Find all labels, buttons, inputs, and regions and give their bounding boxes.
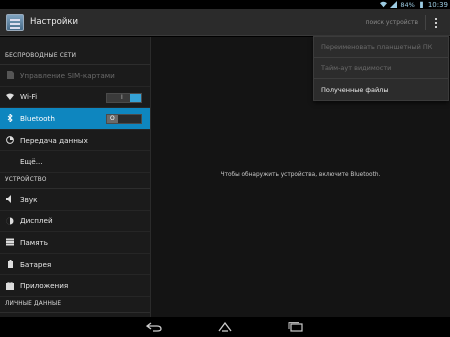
toggle-thumb xyxy=(130,93,141,102)
section-header-device: УСТРОЙСТВО xyxy=(0,173,150,189)
more-spacer xyxy=(6,158,14,166)
bluetooth-off-message: Чтобы обнаружить устройства, включите Bl… xyxy=(220,172,381,178)
sidebar-item-storage[interactable]: Память xyxy=(0,232,150,254)
sidebar-item-display[interactable]: Дисплей xyxy=(0,211,150,233)
volume-icon xyxy=(6,195,14,204)
page-title: Настройки xyxy=(30,17,79,27)
cell-signal-icon xyxy=(390,1,398,8)
sidebar-item-label: Дисплей xyxy=(20,216,53,226)
settings-app-icon[interactable] xyxy=(6,14,24,31)
clock: 10:39 xyxy=(427,0,448,9)
menu-item-visibility-timeout: Тайм-аут видимости xyxy=(314,58,448,79)
battery-percent: 84% xyxy=(400,0,415,9)
action-bar: Настройки поиск устройств xyxy=(0,9,450,36)
toggle-label: I xyxy=(121,93,123,101)
menu-item-received-files[interactable]: Полученные файлы xyxy=(314,79,448,100)
sim-card-icon xyxy=(6,71,14,80)
scan-devices-button[interactable]: поиск устройств xyxy=(366,19,418,26)
section-header-wireless: БЕСПРОВОДНЫЕ СЕТИ xyxy=(0,49,150,65)
sidebar-item-more[interactable]: Ещё... xyxy=(0,151,150,173)
sidebar-item-label: Батарея xyxy=(20,259,52,269)
recent-apps-icon[interactable] xyxy=(287,321,305,333)
wifi-icon xyxy=(6,93,14,101)
overflow-menu: Переименовать планшетный ПК Тайм-аут вид… xyxy=(313,36,449,101)
data-usage-icon xyxy=(6,136,14,144)
sidebar-item-label: Управление SIM-картами xyxy=(20,70,115,80)
sidebar-item-label: Звук xyxy=(20,194,38,204)
status-bar: 84% 10:39 xyxy=(0,0,450,9)
sidebar-item-label: Передача данных xyxy=(20,135,88,145)
battery-icon xyxy=(419,1,423,8)
status-bar-right: 84% 10:39 xyxy=(380,0,448,9)
sidebar-item-sim-management: Управление SIM-картами xyxy=(0,65,150,87)
brightness-icon xyxy=(6,217,14,225)
section-header-personal: ЛИЧНЫЕ ДАННЫЕ xyxy=(0,297,150,313)
back-icon[interactable] xyxy=(145,321,163,333)
sidebar-item-label: Ещё... xyxy=(20,157,43,167)
sidebar-item-data-usage[interactable]: Передача данных xyxy=(0,130,150,152)
sidebar-item-label: Приложения xyxy=(20,281,69,291)
sidebar-item-bluetooth[interactable]: Bluetooth O xyxy=(0,108,150,130)
menu-item-rename-tablet: Переименовать планшетный ПК xyxy=(314,37,448,58)
sidebar-item-sound[interactable]: Звук xyxy=(0,189,150,211)
home-icon[interactable] xyxy=(216,321,234,333)
battery-icon xyxy=(6,260,14,269)
bluetooth-toggle[interactable]: O xyxy=(106,114,142,125)
sidebar-item-apps[interactable]: Приложения xyxy=(0,275,150,297)
toggle-label: O xyxy=(110,115,115,123)
sidebar-item-label: Память xyxy=(20,237,48,247)
apps-icon xyxy=(6,281,14,290)
navigation-bar xyxy=(0,317,450,337)
sidebar-item-battery[interactable]: Батарея xyxy=(0,254,150,276)
overflow-menu-icon[interactable] xyxy=(430,15,442,30)
wifi-signal-icon xyxy=(380,1,388,8)
wifi-toggle[interactable]: I xyxy=(106,92,142,103)
action-bar-divider xyxy=(425,15,426,30)
bluetooth-icon xyxy=(6,114,14,123)
settings-list: БЕСПРОВОДНЫЕ СЕТИ Управление SIM-картами… xyxy=(0,37,150,317)
sidebar-item-wifi[interactable]: Wi-Fi I xyxy=(0,87,150,109)
storage-icon xyxy=(6,238,14,246)
